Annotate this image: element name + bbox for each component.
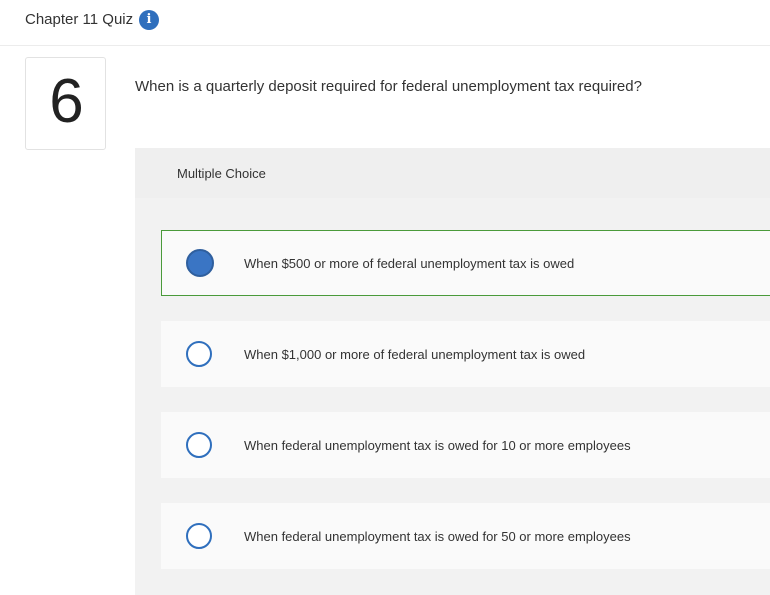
choice-label: When $500 or more of federal unemploymen… [244, 256, 575, 271]
choice-option-1[interactable]: When $500 or more of federal unemploymen… [161, 230, 770, 296]
radio-button[interactable] [186, 432, 212, 458]
radio-button[interactable] [186, 523, 212, 549]
radio-button-selected[interactable] [186, 249, 214, 277]
radio-button[interactable] [186, 341, 212, 367]
choice-label: When $1,000 or more of federal unemploym… [244, 347, 586, 362]
choice-option-2[interactable]: When $1,000 or more of federal unemploym… [161, 321, 770, 387]
info-icon[interactable]: i [139, 10, 159, 30]
choice-option-3[interactable]: When federal unemployment tax is owed fo… [161, 412, 770, 478]
choice-label: When federal unemployment tax is owed fo… [244, 438, 631, 453]
choice-option-4[interactable]: When federal unemployment tax is owed fo… [161, 503, 770, 569]
quiz-title: Chapter 11 Quiz [25, 11, 134, 28]
question-text: When is a quarterly deposit required for… [135, 78, 642, 95]
question-type-label: Multiple Choice [177, 166, 266, 181]
choices-panel: Multiple Choice When $500 or more of fed… [135, 148, 770, 595]
top-bar: Chapter 11 Quiz i [0, 0, 770, 46]
question-number-box: 6 [25, 57, 106, 150]
panel-header: Multiple Choice [135, 148, 770, 198]
question-number: 6 [49, 67, 84, 136]
choice-label: When federal unemployment tax is owed fo… [244, 529, 631, 544]
